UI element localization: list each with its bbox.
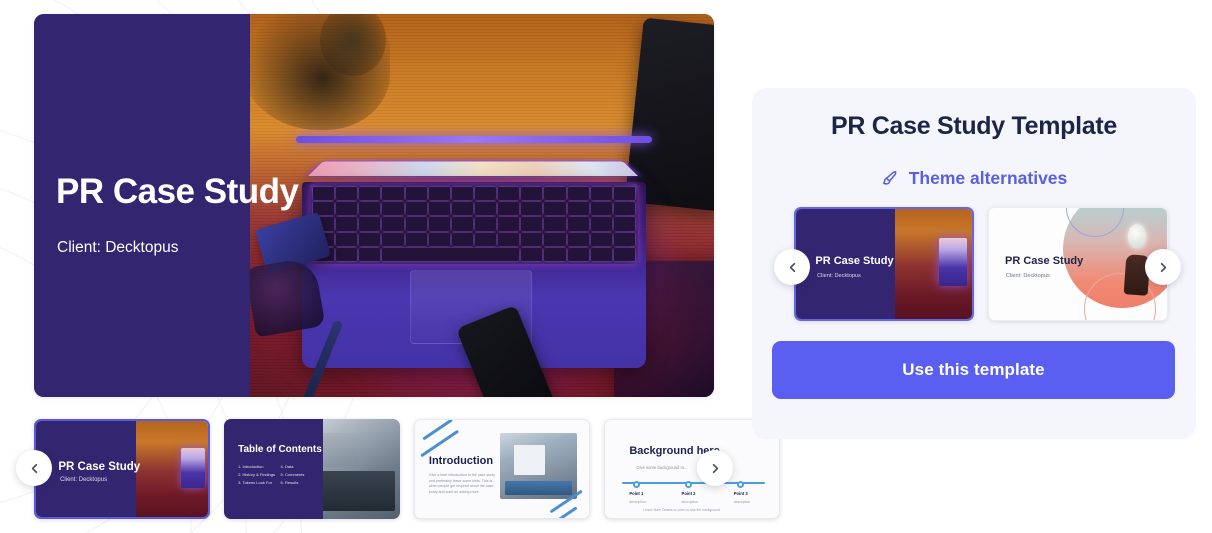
timeline-point-label: Point 2: [681, 490, 696, 496]
slide-subtitle: Client: Decktopus: [57, 239, 179, 256]
chevron-left-icon: [789, 262, 795, 272]
thumbnail-2-title: Table of Contents: [238, 444, 322, 455]
toc-item: 2. History & Findings: [238, 472, 275, 477]
use-this-template-button[interactable]: Use this template: [772, 341, 1175, 399]
theme-card-2-title: PR Case Study: [1005, 255, 1084, 268]
toc-item: 5. Comments: [280, 472, 305, 477]
thumbnail-next-button[interactable]: [697, 450, 733, 486]
thumbnail-3-body: Give a brief introduction to the case st…: [428, 472, 496, 495]
timeline-point-label: Point 3: [733, 490, 748, 496]
theme-alternatives-label: Theme alternatives: [908, 168, 1068, 188]
thumbnail-1-title: PR Case Study: [58, 461, 141, 474]
theme-next-button[interactable]: [1145, 249, 1181, 285]
thumbnail-slide-1[interactable]: PR Case Study Client: Decktopus: [34, 419, 210, 519]
page-title: PR Case Study Template: [830, 112, 1118, 140]
thumbnail-2-toc-list: 1. Introduction 4. Data 2. History & Fin…: [238, 465, 319, 485]
thumbnail-4-subtitle: Give some background to...: [636, 465, 688, 471]
toc-item: 4. Data: [280, 464, 294, 469]
thumbnail-prev-button[interactable]: [16, 450, 52, 486]
theme-card-2[interactable]: PR Case Study Client: Decktopus: [988, 207, 1168, 321]
timeline-point-desc: description: [733, 500, 751, 505]
chevron-left-icon: [31, 463, 37, 473]
timeline-point-desc: description: [629, 500, 646, 505]
thumbnail-slide-3[interactable]: Introduction Give a brief introduction t…: [414, 419, 590, 519]
chevron-right-icon: [1160, 262, 1166, 272]
lightbulb-icon: [1127, 223, 1146, 248]
toc-item: 6. Results: [280, 480, 299, 485]
laptop-screen: [308, 161, 638, 176]
thumbnail-slide-2[interactable]: Table of Contents 1. Introduction 4. Dat…: [224, 419, 400, 519]
theme-alternatives-link[interactable]: Theme alternatives: [752, 168, 1196, 189]
theme-alternatives-carousel: PR Case Study Client: Decktopus PR Case …: [794, 207, 1196, 321]
thumbnail-4-footer: Leave More Details or when to use the ba…: [643, 508, 720, 513]
toc-item: 1. Introduction: [238, 464, 264, 469]
theme-card-1-subtitle: Client: Decktopus: [817, 272, 861, 279]
slide-hero-image: [250, 14, 714, 397]
chevron-right-icon: [712, 463, 718, 473]
timeline-point-desc: description: [681, 500, 698, 505]
template-preview-page: PR Case Study Client: Decktopus PR Case …: [0, 0, 1212, 533]
slide-title: PR Case Study: [56, 172, 299, 211]
thumbnail-3-title: Introduction: [428, 455, 494, 468]
theme-card-1[interactable]: PR Case Study Client: Decktopus: [794, 207, 974, 321]
thumbnail-slide-4[interactable]: Background here Give some background to.…: [604, 419, 780, 519]
toc-item: 3. Tokens Look For: [238, 480, 273, 485]
laptop-keyboard: [310, 184, 638, 264]
theme-prev-button[interactable]: [774, 249, 810, 285]
main-slide-preview[interactable]: PR Case Study Client: Decktopus: [34, 14, 714, 397]
theme-card-2-subtitle: Client: Decktopus: [1005, 272, 1050, 279]
slide-thumbnail-strip: PR Case Study Client: Decktopus Table of…: [34, 419, 780, 519]
timeline-point-label: Point 1: [629, 490, 644, 496]
brush-icon: [882, 171, 897, 185]
theme-card-1-title: PR Case Study: [815, 255, 894, 268]
thumbnail-1-subtitle: Client: Decktopus: [60, 476, 108, 483]
